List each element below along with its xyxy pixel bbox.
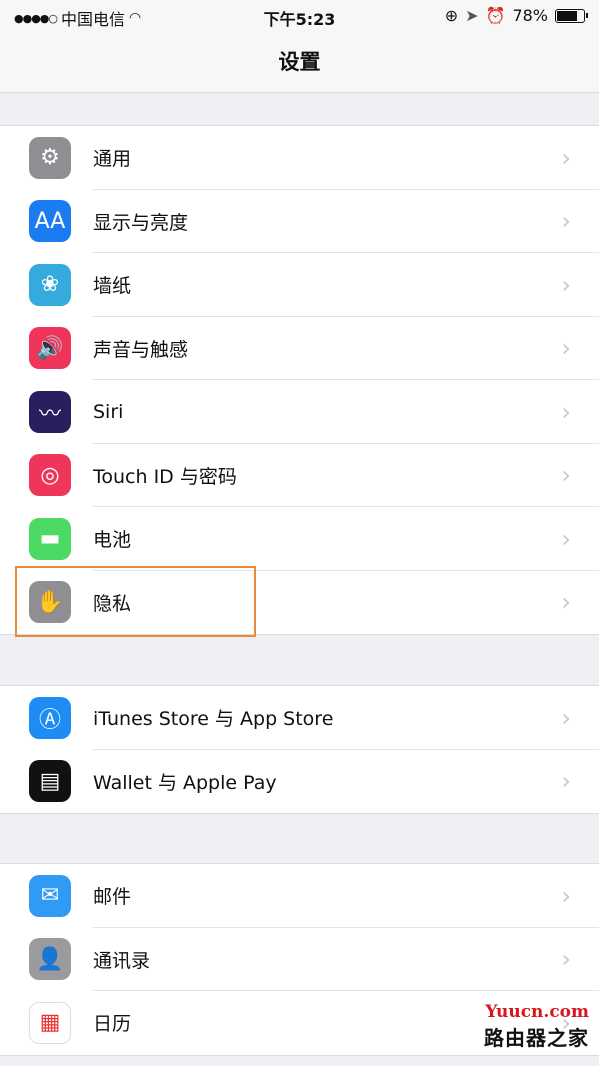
settings-row-label: 通用 [93, 148, 132, 171]
battery-icon: ▬ [29, 517, 71, 560]
chevron-right-icon: › [561, 207, 571, 236]
settings-row-label: 邮件 [93, 886, 132, 909]
chevron-right-icon: › [561, 881, 571, 910]
settings-row-label: Siri [93, 400, 124, 423]
settings-row-label: 日历 [93, 1013, 132, 1036]
settings-row[interactable]: ⚙ 通用 › [0, 126, 599, 190]
chevron-right-icon: › [561, 397, 571, 426]
location-icon: ➤ [465, 6, 479, 25]
settings-row[interactable]: ⒶiTunes Store 与 App Store › [0, 686, 599, 750]
settings-row[interactable]: 〰 Siri › [0, 380, 599, 444]
status-bar: ●●●●○ 中国电信 ◠ 下午5:23 ⊕ ➤ ⏰ 78% [0, 0, 599, 32]
chevron-right-icon: › [561, 524, 571, 553]
watermark-url: Yuucn.com [485, 1002, 589, 1022]
settings-row-label: iTunes Store 与 App Store [93, 708, 334, 731]
nav-bar: 设置 [0, 32, 599, 93]
calendar-icon: ▦ [29, 1001, 71, 1044]
watermark-text: 路由器之家 [484, 1026, 589, 1050]
settings-row[interactable]: ❀ 墙纸 › [0, 253, 599, 317]
app-store-icon: Ⓐ [29, 696, 71, 739]
settings-row[interactable]: 🔊 声音与触感 › [0, 317, 599, 380]
wallet-icon: ▤ [29, 760, 71, 803]
siri-icon: 〰 [29, 390, 71, 433]
watermark: Yuucn.com 路由器之家 [484, 1002, 589, 1051]
battery-icon [555, 8, 588, 23]
chevron-right-icon: › [561, 334, 571, 363]
chevron-right-icon: › [561, 461, 571, 490]
display-brightness-icon: AA [29, 200, 71, 243]
gear-icon: ⚙ [29, 136, 71, 179]
settings-row[interactable]: ◎ Touch ID 与密码 › [0, 444, 599, 507]
settings-group: ⒶiTunes Store 与 App Store › ▤ Wallet 与 Appl… [0, 685, 599, 814]
settings-row-label: 电池 [93, 529, 132, 552]
settings-row[interactable]: 👤 通讯录 › [0, 928, 599, 991]
chevron-right-icon: › [561, 767, 571, 796]
chevron-right-icon: › [561, 703, 571, 732]
settings-row[interactable]: ▬ 电池 › [0, 507, 599, 571]
settings-row[interactable]: ✉ 邮件 › [0, 864, 599, 928]
settings-row[interactable]: AA 显示与亮度 › [0, 190, 599, 253]
orientation-lock-icon: ⊕ [444, 6, 459, 25]
settings-row-label: Touch ID 与密码 [93, 465, 237, 488]
chevron-right-icon: › [561, 270, 571, 299]
sound-icon: 🔊 [29, 327, 71, 370]
page-title: 设置 [278, 50, 321, 74]
highlight-box [15, 566, 256, 637]
settings-row[interactable]: ▤ Wallet 与 Apple Pay › [0, 750, 599, 814]
chevron-right-icon: › [561, 588, 571, 617]
settings-row-label: Wallet 与 Apple Pay [93, 771, 277, 794]
wallpaper-flower-icon: ❀ [29, 263, 71, 306]
settings-row-label: 通讯录 [93, 949, 151, 972]
settings-row-label: 显示与亮度 [93, 211, 189, 234]
alarm-icon: ⏰ [485, 6, 506, 25]
chevron-right-icon: › [561, 945, 571, 974]
battery-percent: 78% [512, 6, 548, 25]
settings-row-label: 墙纸 [93, 275, 132, 298]
contacts-icon: 👤 [29, 938, 71, 981]
chevron-right-icon: › [561, 143, 571, 172]
settings-row-label: 声音与触感 [93, 338, 189, 361]
mail-icon: ✉ [29, 874, 71, 917]
settings-group: ⚙ 通用 › AA 显示与亮度 › ❀ 墙纸 › 🔊 声音与触感 › 〰 Siri › ◎ Touch ID 与… [0, 125, 599, 635]
fingerprint-icon: ◎ [29, 454, 71, 497]
